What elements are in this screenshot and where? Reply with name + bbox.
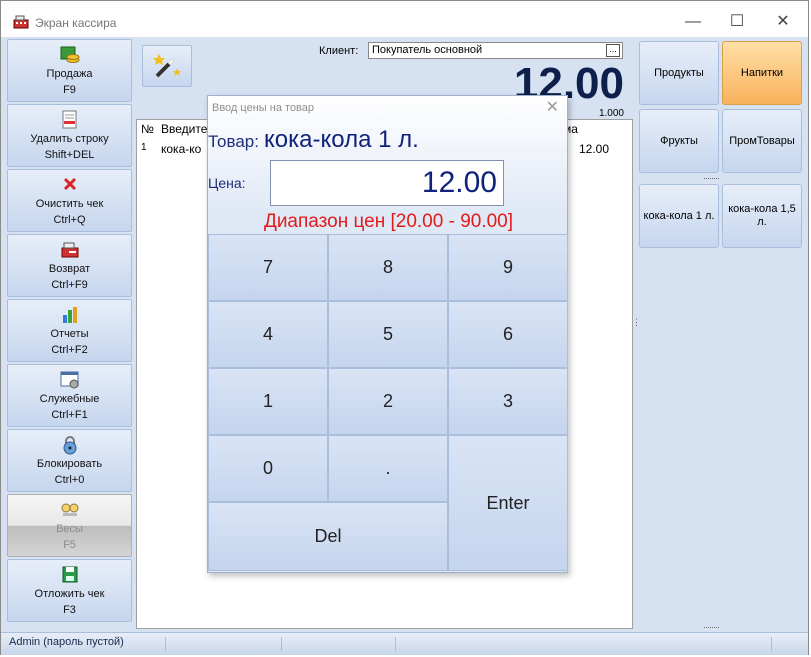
key-7[interactable]: 7: [208, 234, 328, 301]
postpone-receipt-label: Отложить чек: [34, 588, 105, 600]
key-9[interactable]: 9: [448, 234, 568, 301]
service-shortcut: Ctrl+F1: [51, 409, 88, 421]
return-icon: [61, 242, 78, 258]
client-value: Покупатель основной: [372, 44, 483, 56]
lock-label: Блокировать: [36, 458, 103, 470]
price-label: Цена:: [208, 175, 246, 191]
dialog-close-button[interactable]: ✕: [546, 97, 559, 117]
goods-name: кока-кола 1 л.: [264, 126, 419, 153]
status-separator: [395, 637, 396, 651]
product-coca-cola-1l[interactable]: кока-кола 1 л.: [639, 184, 719, 248]
clear-receipt-shortcut: Ctrl+Q: [53, 214, 86, 226]
key-6[interactable]: 6: [448, 301, 568, 368]
splitter-grip[interactable]: ········: [703, 173, 720, 183]
key-5[interactable]: 5: [328, 301, 448, 368]
postpone-receipt-button[interactable]: Отложить чек F3: [7, 559, 132, 622]
enter-key[interactable]: Enter: [448, 435, 568, 571]
dialog-title: Ввод цены на товар: [212, 102, 314, 114]
minimize-button[interactable]: —: [673, 9, 713, 35]
sale-shortcut: F9: [63, 84, 76, 96]
scales-shortcut: F5: [63, 539, 76, 551]
category-products[interactable]: Продукты: [639, 41, 719, 105]
magic-wand-button[interactable]: [142, 45, 192, 87]
key-decimal-point[interactable]: .: [328, 435, 448, 502]
key-0[interactable]: 0: [208, 435, 328, 502]
col-number: №: [141, 122, 154, 136]
clear-receipt-label: Очистить чек: [35, 198, 104, 210]
status-separator: [771, 637, 772, 651]
return-button[interactable]: Возврат Ctrl+F9: [7, 234, 132, 297]
status-user: Admin (пароль пустой): [9, 636, 124, 648]
scales-label: Весы: [56, 523, 83, 535]
cash-register-icon: [13, 15, 29, 29]
lock-icon: [63, 436, 76, 455]
maximize-button[interactable]: ☐: [717, 9, 757, 35]
clear-receipt-button[interactable]: Очистить чек Ctrl+Q: [7, 169, 132, 232]
client-field[interactable]: Покупатель основной ...: [368, 42, 623, 59]
product-coca-cola-1-5l[interactable]: кока-кола 1,5 л.: [722, 184, 802, 248]
return-shortcut: Ctrl+F9: [51, 279, 88, 291]
sale-button[interactable]: Продажа F9: [7, 39, 132, 102]
delete-key[interactable]: Del: [208, 502, 448, 571]
client-browse-button[interactable]: ...: [606, 44, 620, 57]
reports-label: Отчеты: [50, 328, 89, 340]
scales-icon: [61, 503, 78, 516]
catalog-panel: Продукты Напитки Фрукты ПромТовары ·····…: [637, 39, 806, 632]
category-drinks[interactable]: Напитки: [722, 41, 802, 105]
bar-chart-icon: [62, 307, 77, 323]
postpone-receipt-shortcut: F3: [63, 604, 76, 616]
magic-wand-icon: [153, 54, 181, 78]
reports-shortcut: Ctrl+F2: [51, 344, 88, 356]
col-name: Введите: [161, 122, 208, 136]
floppy-icon: [62, 566, 77, 583]
reports-button[interactable]: Отчеты Ctrl+F2: [7, 299, 132, 362]
client-label: Клиент:: [319, 45, 359, 57]
key-8[interactable]: 8: [328, 234, 448, 301]
row-number: 1: [141, 142, 147, 153]
price-input[interactable]: 12.00: [270, 160, 504, 206]
delete-line-label: Удалить строку: [30, 133, 109, 145]
sale-label: Продажа: [46, 68, 93, 80]
delete-line-icon: [62, 110, 76, 129]
return-label: Возврат: [48, 263, 91, 275]
sidebar: Продажа F9 Удалить строку Shift+DEL Очис…: [7, 39, 133, 625]
service-label: Служебные: [39, 393, 100, 405]
goods-label: Товар:: [208, 132, 259, 151]
delete-line-button[interactable]: Удалить строку Shift+DEL: [7, 104, 132, 167]
status-separator: [165, 637, 166, 651]
key-1[interactable]: 1: [208, 368, 328, 435]
category-goods[interactable]: ПромТовары: [722, 109, 802, 173]
window-title: Экран кассира: [35, 16, 117, 30]
key-3[interactable]: 3: [448, 368, 568, 435]
status-bar: Admin (пароль пустой): [1, 632, 808, 655]
delete-line-shortcut: Shift+DEL: [44, 149, 95, 161]
service-button[interactable]: Служебные Ctrl+F1: [7, 364, 132, 427]
row-sum: 12.00: [579, 142, 610, 156]
close-button[interactable]: ✕: [763, 9, 803, 35]
status-separator: [281, 637, 282, 651]
coins-icon: [60, 46, 79, 63]
title-bar: Экран кассира — ☐ ✕: [1, 1, 808, 37]
category-fruits[interactable]: Фрукты: [639, 109, 719, 173]
red-x-icon: [63, 177, 76, 191]
settings-window-icon: [60, 371, 78, 389]
lock-button[interactable]: Блокировать Ctrl+0: [7, 429, 132, 492]
price-range-warning: Диапазон цен [20.00 - 90.00]: [263, 211, 514, 232]
key-2[interactable]: 2: [328, 368, 448, 435]
lock-shortcut: Ctrl+0: [54, 474, 85, 486]
price-entry-dialog: Ввод цены на товар ✕ Товар: кока-кола 1 …: [207, 95, 568, 573]
key-4[interactable]: 4: [208, 301, 328, 368]
splitter-grip[interactable]: ········: [703, 622, 720, 632]
cashier-window: Экран кассира — ☐ ✕ Продажа F9 Удалить с…: [0, 0, 809, 655]
row-name: кока-ко: [161, 142, 202, 156]
scales-button[interactable]: Весы F5: [7, 494, 132, 557]
